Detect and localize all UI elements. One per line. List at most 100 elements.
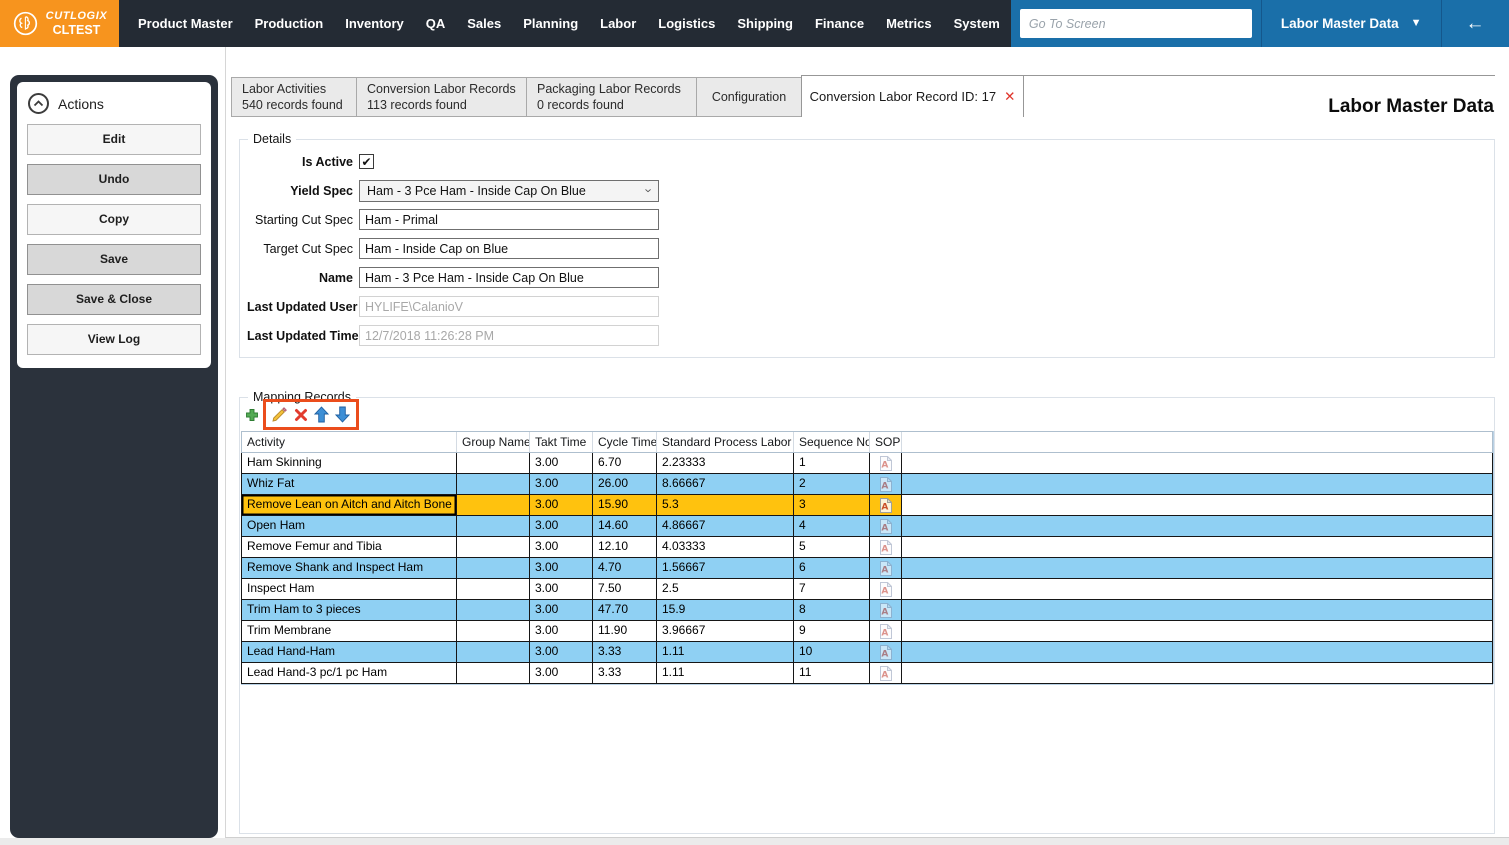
copy-button[interactable]: Copy [27, 204, 201, 235]
move-down-button[interactable] [333, 405, 352, 424]
cell-sop[interactable]: A [870, 600, 902, 620]
target-cut-spec-field[interactable] [359, 238, 659, 259]
move-up-button[interactable] [312, 405, 331, 424]
table-row[interactable]: Open Ham 3.00 14.60 4.86667 4 A [242, 516, 1492, 537]
cell-sop[interactable]: A [870, 579, 902, 599]
menu-item-production[interactable]: Production [244, 0, 335, 47]
delete-button[interactable] [291, 405, 310, 424]
cell-standard-process-labor: 4.86667 [657, 516, 794, 536]
yield-spec-dropdown[interactable]: Ham - 3 Pce Ham - Inside Cap On Blue › [359, 179, 659, 202]
page-bottom-strip [0, 838, 1509, 845]
view-log-button[interactable]: View Log [27, 324, 201, 355]
tab-labor-activities[interactable]: Labor Activities 540 records found [231, 77, 357, 117]
cell-cycle-time: 47.70 [593, 600, 657, 620]
tab-title: Packaging Labor Records [537, 82, 681, 96]
menu-item-inventory[interactable]: Inventory [334, 0, 415, 47]
edit-button[interactable] [270, 405, 289, 424]
column-header-group-name[interactable]: Group Name [457, 432, 530, 452]
cell-sop[interactable]: A [870, 642, 902, 662]
tab-packaging-labor-records[interactable]: Packaging Labor Records 0 records found [526, 77, 697, 117]
menu-item-planning[interactable]: Planning [512, 0, 589, 47]
cell-group-name [457, 453, 530, 473]
menu-item-sales[interactable]: Sales [456, 0, 512, 47]
column-header-cycle-time[interactable]: Cycle Time [593, 432, 657, 452]
svg-text:A: A [881, 523, 888, 533]
cell-standard-process-labor: 4.03333 [657, 537, 794, 557]
starting-cut-spec-field[interactable] [359, 209, 659, 230]
svg-text:A: A [881, 565, 888, 575]
field-label: Last Updated User [247, 299, 358, 314]
cell-sop[interactable]: A [870, 621, 902, 641]
menu-item-product-master[interactable]: Product Master [127, 0, 244, 47]
back-arrow-button[interactable]: ← [1466, 14, 1485, 33]
table-row[interactable]: Remove Lean on Aitch and Aitch Bone 3.00 1… [242, 495, 1492, 516]
table-row[interactable]: Ham Skinning 3.00 6.70 2.23333 1 A [242, 453, 1492, 474]
cell-sop[interactable]: A [870, 474, 902, 494]
cell-group-name [457, 579, 530, 599]
brand-name: CUTLOGIX [45, 9, 108, 22]
row-filler [902, 474, 1492, 494]
save-close-button[interactable]: Save & Close [27, 284, 201, 315]
tab-conversion-labor-record-id-17[interactable]: Conversion Labor Record ID: 17 ✕ [801, 75, 1024, 117]
table-row[interactable]: Trim Membrane 3.00 11.90 3.96667 9 A [242, 621, 1492, 642]
column-header-sop[interactable]: SOP [870, 432, 902, 452]
column-header-takt-time[interactable]: Takt Time [530, 432, 593, 452]
menu-item-finance[interactable]: Finance [804, 0, 875, 47]
name-field[interactable] [359, 267, 659, 288]
screen-selector-dropdown[interactable]: Labor Master Data ▼ [1262, 16, 1441, 31]
undo-button[interactable]: Undo [27, 164, 201, 195]
cell-group-name [457, 558, 530, 578]
table-row[interactable]: Remove Shank and Inspect Ham 3.00 4.70 1.56… [242, 558, 1492, 579]
chevron-up-icon [33, 100, 44, 107]
table-row[interactable]: Lead Hand-3 pc/1 pc Ham 3.00 3.33 1.11 11 A [242, 663, 1492, 684]
table-row[interactable]: Remove Femur and Tibia 3.00 12.10 4.03333 5 A [242, 537, 1492, 558]
tab-record-count: 113 records found [367, 98, 467, 112]
annotation-highlight-box [263, 399, 359, 430]
cell-sop[interactable]: A [870, 495, 902, 515]
table-row[interactable]: Whiz Fat 3.00 26.00 8.66667 2 A [242, 474, 1492, 495]
menu-item-labor[interactable]: Labor [589, 0, 647, 47]
table-row[interactable]: Inspect Ham 3.00 7.50 2.5 7 A [242, 579, 1492, 600]
cell-sop[interactable]: A [870, 516, 902, 536]
delete-icon [294, 408, 307, 421]
menu-item-qa[interactable]: QA [415, 0, 457, 47]
pdf-icon: A [880, 560, 892, 576]
add-button[interactable] [242, 405, 261, 424]
tab-conversion-labor-records[interactable]: Conversion Labor Records 113 records foun… [356, 77, 527, 117]
tab-configuration[interactable]: Configuration [696, 77, 802, 117]
form-row-starting-cut-spec: Starting Cut Spec [247, 209, 659, 230]
tab-close-icon[interactable]: ✕ [1004, 89, 1015, 105]
cell-sop[interactable]: A [870, 537, 902, 557]
cell-cycle-time: 6.70 [593, 453, 657, 473]
last-updated-user-field [359, 296, 659, 317]
cell-cycle-time: 11.90 [593, 621, 657, 641]
save-button[interactable]: Save [27, 244, 201, 275]
column-header-standard-process-labor[interactable]: Standard Process Labor [657, 432, 794, 452]
cell-group-name [457, 495, 530, 515]
tab-title: Conversion Labor Records [367, 82, 516, 96]
cell-sop[interactable]: A [870, 453, 902, 473]
table-row[interactable]: Trim Ham to 3 pieces 3.00 47.70 15.9 8 A [242, 600, 1492, 621]
column-header-activity[interactable]: Activity [242, 432, 457, 452]
menu-item-shipping[interactable]: Shipping [726, 0, 804, 47]
cell-sop[interactable]: A [870, 558, 902, 578]
pdf-icon: A [880, 497, 892, 513]
field-label: Name [318, 270, 353, 285]
cell-sop[interactable]: A [870, 663, 902, 683]
collapse-panel-button[interactable] [28, 93, 49, 114]
main-content: Labor Master Data Labor Activities 540 re… [225, 47, 1509, 838]
row-filler [902, 621, 1492, 641]
menu-item-system[interactable]: System [943, 0, 1011, 47]
menu-item-metrics[interactable]: Metrics [875, 0, 943, 47]
menu-item-logistics[interactable]: Logistics [647, 0, 726, 47]
cell-group-name [457, 621, 530, 641]
cell-takt-time: 3.00 [530, 579, 593, 599]
pdf-icon: A [880, 476, 892, 492]
edit-button[interactable]: Edit [27, 124, 201, 155]
column-header-sequence-no[interactable]: Sequence No [794, 432, 870, 452]
table-row[interactable]: Lead Hand-Ham 3.00 3.33 1.11 10 A [242, 642, 1492, 663]
go-to-screen-input[interactable] [1019, 9, 1252, 38]
cell-sequence-no: 8 [794, 600, 870, 620]
cell-activity: Ham Skinning [242, 453, 457, 473]
is-active-checkbox[interactable]: ✔ [359, 154, 374, 169]
